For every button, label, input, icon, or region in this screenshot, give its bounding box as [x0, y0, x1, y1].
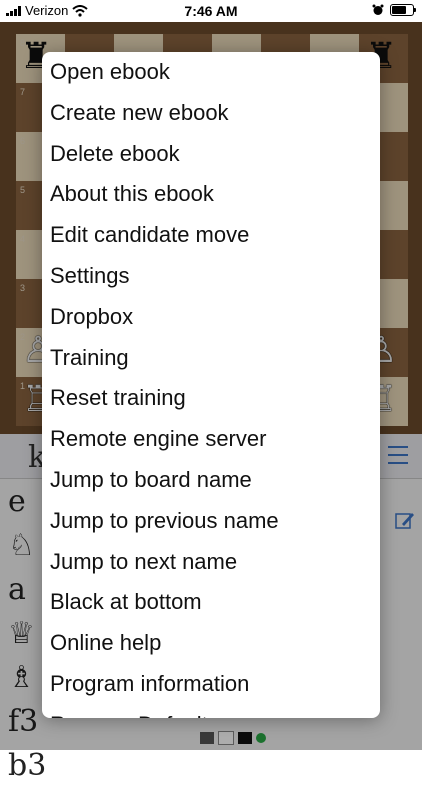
menu-item-program-information[interactable]: Program information	[42, 664, 380, 705]
status-bar: Verizon 7:46 AM	[0, 0, 422, 22]
menu-item-reset-training[interactable]: Reset training	[42, 378, 380, 419]
battery-icon	[390, 4, 416, 16]
move-line[interactable]: b3	[8, 744, 288, 788]
alarm-icon	[372, 4, 384, 15]
menu-item-jump-to-previous-name[interactable]: Jump to previous name	[42, 501, 380, 542]
menu-item-edit-candidate-move[interactable]: Edit candidate move	[42, 215, 380, 256]
menu-item-delete-ebook[interactable]: Delete ebook	[42, 134, 380, 175]
menu-item-online-help[interactable]: Online help	[42, 623, 380, 664]
menu-item-remote-engine-server[interactable]: Remote engine server	[42, 419, 380, 460]
context-menu: Open ebook Create new ebook Delete ebook…	[42, 52, 380, 718]
menu-item-open-ebook[interactable]: Open ebook	[42, 52, 380, 93]
status-icons	[372, 4, 416, 16]
menu-item-settings[interactable]: Settings	[42, 256, 380, 297]
menu-item-about-ebook[interactable]: About this ebook	[42, 174, 380, 215]
menu-item-jump-to-board-name[interactable]: Jump to board name	[42, 460, 380, 501]
menu-item-create-new-ebook[interactable]: Create new ebook	[42, 93, 380, 134]
menu-item-black-at-bottom[interactable]: Black at bottom	[42, 582, 380, 623]
menu-item-training[interactable]: Training	[42, 338, 380, 379]
menu-item-dropbox[interactable]: Dropbox	[42, 297, 380, 338]
menu-item-reverse-default[interactable]: Reverse Default	[42, 705, 380, 718]
menu-item-jump-to-next-name[interactable]: Jump to next name	[42, 542, 380, 583]
clock: 7:46 AM	[184, 3, 238, 19]
